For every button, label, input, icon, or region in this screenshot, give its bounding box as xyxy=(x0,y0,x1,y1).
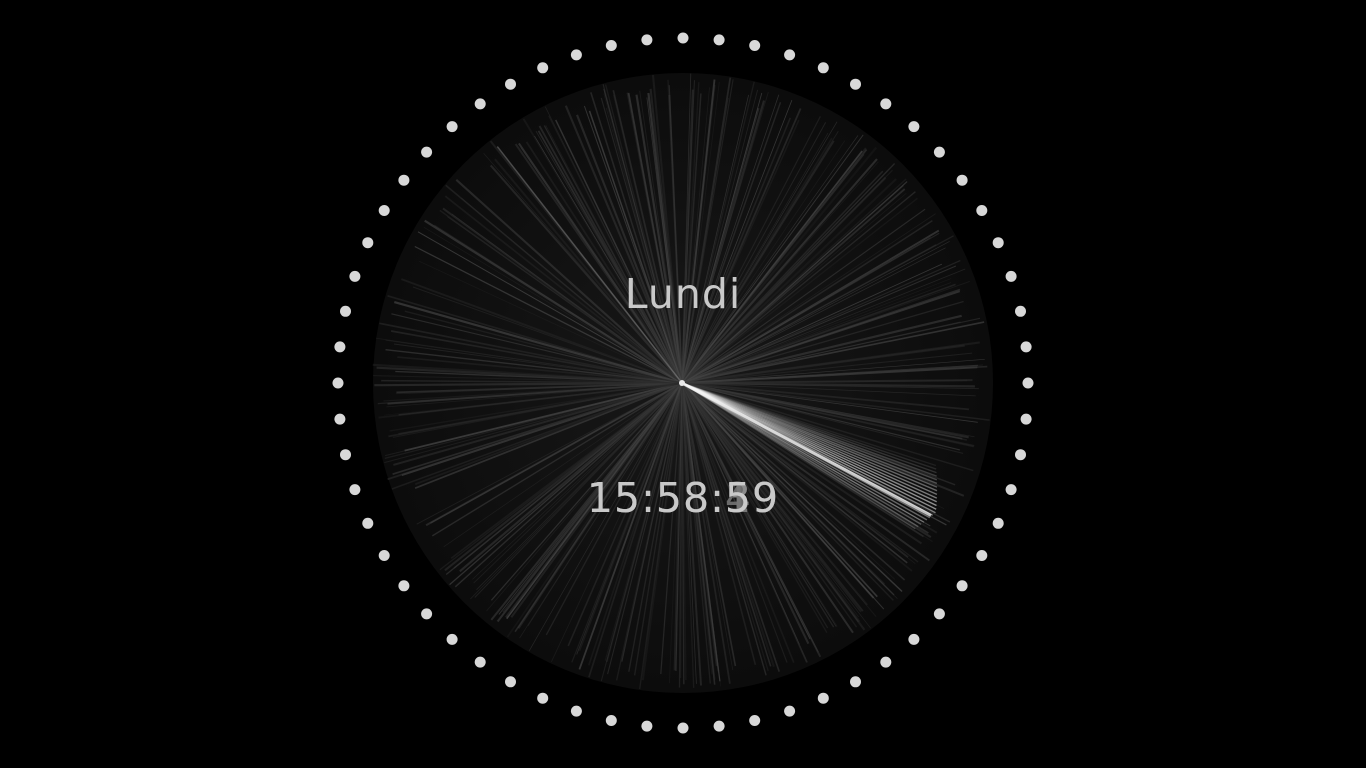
second-marker-dot xyxy=(992,517,1004,529)
second-marker-dot xyxy=(362,237,374,249)
second-marker-dot xyxy=(398,580,410,592)
second-marker-dot xyxy=(713,34,725,46)
second-marker-dot xyxy=(378,205,390,216)
second-marker-dot xyxy=(976,550,988,561)
second-marker-dot xyxy=(1020,341,1032,353)
second-marker-dot xyxy=(340,449,351,461)
second-marker-dot xyxy=(474,98,486,110)
second-marker-dot xyxy=(713,720,725,732)
second-marker-dot xyxy=(1020,413,1032,425)
second-marker-dot xyxy=(398,174,410,186)
second-marker-dot xyxy=(908,633,920,645)
second-marker-dot xyxy=(362,517,374,529)
second-marker-dot xyxy=(332,377,344,389)
clock-face xyxy=(332,32,1034,734)
second-marker-dot xyxy=(378,550,390,561)
second-marker-dot xyxy=(641,720,653,732)
second-marker-dot xyxy=(537,692,549,704)
second-marker-dot xyxy=(992,237,1004,249)
second-marker-dot xyxy=(749,40,761,51)
second-marker-dot xyxy=(976,205,988,216)
second-marker-dot xyxy=(446,121,458,133)
second-marker-dot xyxy=(880,656,892,668)
second-marker-dot xyxy=(784,705,796,717)
second-marker-dot xyxy=(1022,377,1034,389)
day-label: Lundi xyxy=(624,270,742,318)
second-marker-dot xyxy=(641,34,653,46)
second-marker-dot xyxy=(570,705,582,717)
second-marker-dot xyxy=(677,722,689,734)
second-marker-dot xyxy=(1005,484,1017,496)
center-pivot xyxy=(679,380,685,386)
time-current: 15:58:59 xyxy=(586,474,780,522)
second-marker-dot xyxy=(421,608,433,620)
second-marker-dot xyxy=(880,98,892,110)
second-marker-dot xyxy=(537,62,549,74)
second-marker-dot xyxy=(817,62,829,74)
second-marker-dot xyxy=(850,78,861,90)
second-marker-dot xyxy=(850,676,861,688)
second-marker-dot xyxy=(817,692,829,704)
second-marker-dot xyxy=(349,484,361,496)
second-marker-dot xyxy=(933,146,945,158)
second-marker-dot xyxy=(908,121,920,133)
second-marker-dot xyxy=(933,608,945,620)
second-marker-dot xyxy=(605,715,617,726)
second-marker-dot xyxy=(1005,270,1017,282)
time-display: 15:58:49 15:58:39 15:58:19 15:58:59 xyxy=(583,472,783,524)
second-marker-dot xyxy=(505,676,516,688)
second-marker-dot xyxy=(1015,305,1026,317)
second-marker-dot xyxy=(340,305,351,317)
second-marker-dot xyxy=(334,413,346,425)
second-marker-dot xyxy=(421,146,433,158)
second-marker-dot xyxy=(349,270,361,282)
second-marker-dot xyxy=(570,49,582,61)
second-marker-dot xyxy=(749,715,761,726)
clock-screen: Lundi 15:58:49 15:58:39 15:58:19 15:58:5… xyxy=(0,0,1366,768)
second-marker-dot xyxy=(605,40,617,51)
second-marker-dot xyxy=(956,580,968,592)
second-marker-dot xyxy=(474,656,486,668)
second-marker-dot xyxy=(1015,449,1026,461)
second-marker-dot xyxy=(784,49,796,61)
second-marker-dot xyxy=(334,341,346,353)
second-marker-dot xyxy=(446,633,458,645)
second-marker-dot xyxy=(677,32,689,44)
second-marker-dot xyxy=(505,78,516,90)
second-marker-dot xyxy=(956,174,968,186)
